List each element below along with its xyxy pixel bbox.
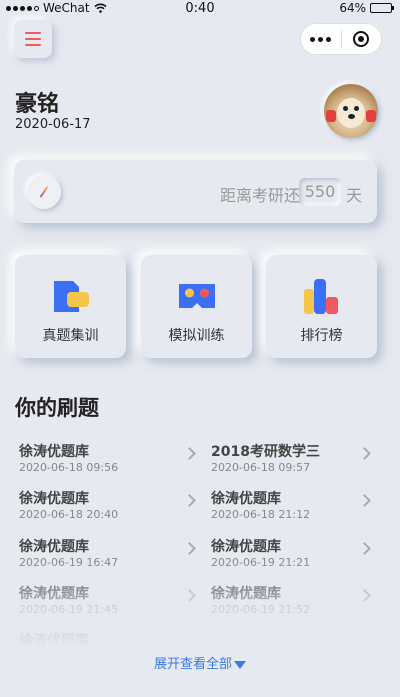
status-battery: 64% (339, 1, 394, 15)
list-item[interactable]: 徐涛优题库 2020-06-19 16:47 (19, 536, 196, 576)
chevron-right-icon (358, 542, 371, 555)
avatar[interactable] (324, 84, 378, 138)
feature-label: 模拟训练 (168, 328, 225, 344)
hamburger-icon (25, 32, 41, 34)
chevron-right-icon (183, 542, 196, 555)
chevron-right-icon (183, 494, 196, 507)
list-item[interactable]: 徐涛优题库 2020-06-18 21:12 (211, 488, 371, 528)
countdown-days: 550 (299, 178, 341, 206)
user-name: 豪铭 (15, 92, 60, 117)
status-bar: WeChat 0:40 64% (0, 0, 400, 18)
chevron-right-icon (183, 447, 196, 460)
chevron-right-icon (183, 589, 196, 602)
list-item[interactable]: 2018考研数学三 2020-06-18 09:57 (211, 441, 371, 481)
feature-label: 真题集训 (42, 328, 99, 344)
expand-all-label: 展开查看全部 (153, 657, 232, 672)
list-item[interactable]: 徐涛优题库 2020-06-19 21:45 (19, 583, 196, 623)
user-date: 2020-06-17 (15, 117, 91, 132)
chevron-right-icon (358, 447, 371, 460)
battery-label: 64% (339, 1, 366, 15)
feature-mock-training[interactable]: 模拟训练 (141, 255, 252, 358)
bar-chart-icon (304, 279, 338, 314)
countdown-unit: 天 (346, 186, 363, 205)
triangle-down-icon (234, 660, 246, 669)
battery-icon (370, 3, 394, 13)
compass-icon (27, 175, 61, 209)
list-item[interactable]: 徐涛优题库 2020-06-18 20:40 (19, 488, 196, 528)
chevron-right-icon (358, 589, 371, 602)
feature-label: 排行榜 (300, 328, 343, 344)
chevron-right-icon (358, 494, 371, 507)
feature-exam-practice[interactable]: 真题集训 (15, 255, 126, 358)
miniprogram-capsule (300, 23, 382, 55)
list-item[interactable]: 徐涛优题库 2020-06-18 09:56 (19, 441, 196, 481)
vr-headset-icon (179, 284, 215, 308)
expand-all-link[interactable]: 展开查看全部 (0, 653, 400, 672)
more-icon[interactable] (301, 36, 341, 42)
practice-section-title: 你的刷题 (15, 396, 99, 420)
folder-icon (54, 281, 89, 312)
list-item[interactable]: 徐涛优题库 2020-06-19 21:21 (211, 536, 371, 576)
feature-leaderboard[interactable]: 排行榜 (266, 255, 377, 358)
close-miniprogram-icon[interactable] (341, 31, 381, 47)
menu-button[interactable] (14, 20, 52, 58)
list-item[interactable]: 徐涛优题库 2020-06-19 21:52 (211, 583, 371, 623)
